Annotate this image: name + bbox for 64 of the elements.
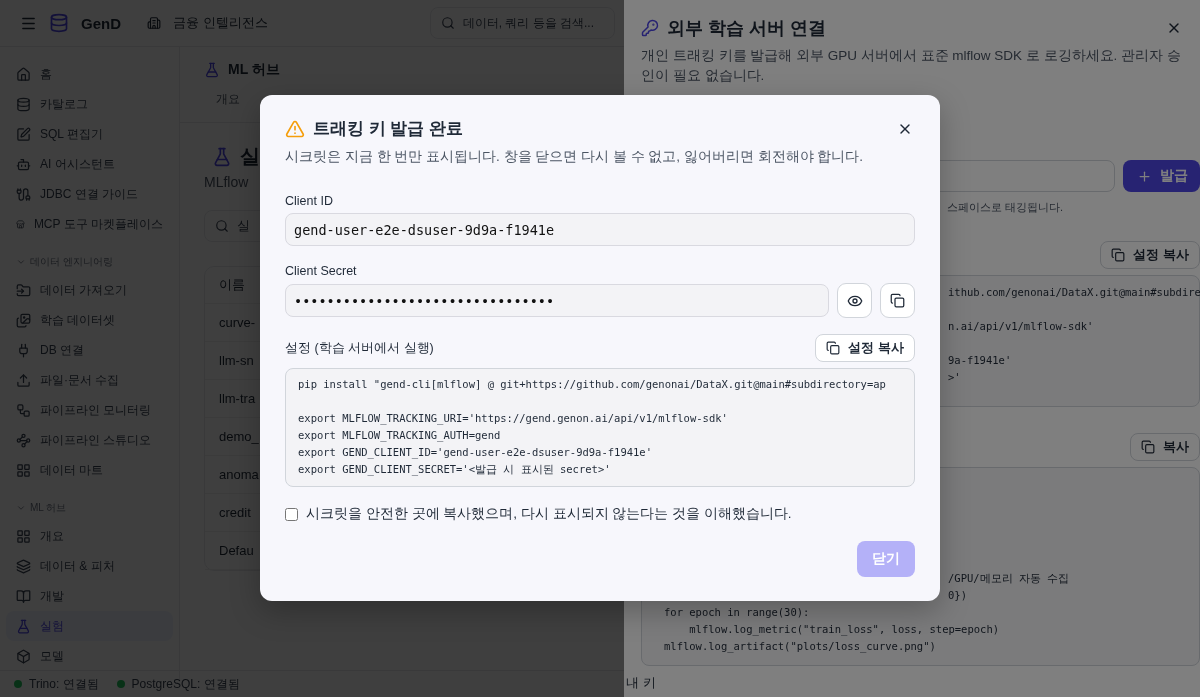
code-line: export MLFLOW_TRACKING_URI='https://gend.genon.ai/api/v1/mlflow-sdk'	[298, 411, 728, 427]
section-title: 내 키	[626, 674, 657, 692]
search-icon	[440, 16, 455, 30]
flask-icon	[204, 62, 220, 78]
home-icon	[16, 66, 31, 82]
pencil-square-icon	[16, 126, 31, 142]
workflow-icon	[16, 402, 31, 418]
field-label: 설정 (학습 서버에서 실행)	[285, 339, 434, 357]
copy-icon	[826, 341, 841, 355]
database-icon	[16, 96, 31, 112]
flask-icon	[16, 618, 31, 634]
panel-description: 개인 트래킹 키를 발급해 외부 GPU 서버에서 표준 mlflow SDK 로 로깅하세요. 관리자 승인이 필요 없습니다.	[641, 47, 1182, 85]
warning-icon	[285, 118, 305, 139]
code-line: /GPU/메모리 자동 수집	[948, 571, 1070, 586]
code-line: mlflow.log_metric("train_loss", loss, step=epoch)	[688, 622, 1000, 638]
code-line: for epoch in range(30):	[664, 605, 810, 620]
dialog-title: 트래킹 키 발급 완료	[313, 118, 465, 140]
code-line: export GEND_CLIENT_SECRET='<발급 시 표시된 secret>'	[298, 462, 611, 478]
code-line: >'	[948, 370, 961, 385]
code-line: ithub.com/genonai/DataX.git@main#subdire	[948, 285, 1200, 300]
layers-icon	[16, 558, 31, 574]
copy-settings-button[interactable]: 설정 복사	[815, 334, 915, 362]
plus-icon	[1137, 168, 1152, 184]
book-icon	[16, 588, 31, 604]
code-line: 0})	[948, 588, 967, 603]
code-line: n.ai/api/v1/mlflow-sdk'	[948, 319, 1094, 334]
copy-settings-button[interactable]: 설정 복사	[1100, 241, 1200, 269]
copy-icon	[1141, 440, 1155, 454]
copy-icon[interactable]	[880, 283, 915, 318]
copy-button[interactable]: 복사	[1130, 433, 1200, 461]
field-label: Client ID	[285, 194, 334, 208]
flask-icon	[212, 146, 232, 167]
nodes-icon	[16, 432, 31, 448]
code-line: export MLFLOW_TRACKING_AUTH=gend	[298, 428, 501, 444]
grid-icon	[16, 528, 31, 544]
client-secret-field[interactable]: ••••••••••••••••••••••••••••••••	[285, 284, 829, 317]
grid-icon	[16, 462, 31, 478]
code-line: export GEND_CLIENT_ID='gend-user-e2e-dsuser-9d9a-f1941e'	[298, 445, 652, 461]
client-id-field[interactable]: gend-user-e2e-dsuser-9d9a-f1941e	[285, 213, 915, 246]
cube-icon	[16, 648, 31, 664]
code-line: pip install "gend-cli[mlflow] @ git+https://github.com/genonai/DataX.git@main#subdirectory=ap	[298, 377, 886, 392]
logo-icon	[49, 13, 69, 33]
checkbox[interactable]	[285, 507, 298, 521]
robot-icon	[16, 156, 31, 172]
show-icon[interactable]	[837, 283, 872, 318]
key-icon	[641, 19, 659, 37]
search-icon	[215, 219, 229, 233]
code-line: 9a-f1941e'	[948, 353, 1012, 368]
checkbox-label: 시크릿을 안전한 곳에 복사했으며, 다시 표시되지 않는다는 것을 이해했습니다.	[306, 505, 792, 523]
brand-name: GenD	[81, 14, 121, 32]
page-header: ML 허브	[228, 61, 280, 79]
copy-icon	[1111, 248, 1126, 262]
field-label: Client Secret	[285, 264, 358, 278]
building-icon	[147, 16, 161, 30]
hint-text: 스페이스로 태깅됩니다.	[947, 200, 1064, 215]
upload-icon	[16, 372, 31, 388]
import-icon	[16, 282, 31, 298]
images-icon	[16, 312, 31, 328]
code-line: mlflow.log_artifact("plots/loss_curve.png")	[664, 639, 936, 655]
plug-icon	[16, 342, 31, 358]
issue-button[interactable]: 발급	[1123, 160, 1200, 192]
panel-title: 외부 학습 서버 연결	[667, 17, 827, 40]
dialog-description: 시크릿은 지금 한 번만 표시됩니다. 창을 닫으면 다시 볼 수 없고, 잃어버리면 회전해야 합니다.	[285, 148, 864, 166]
cable-icon	[16, 186, 31, 202]
